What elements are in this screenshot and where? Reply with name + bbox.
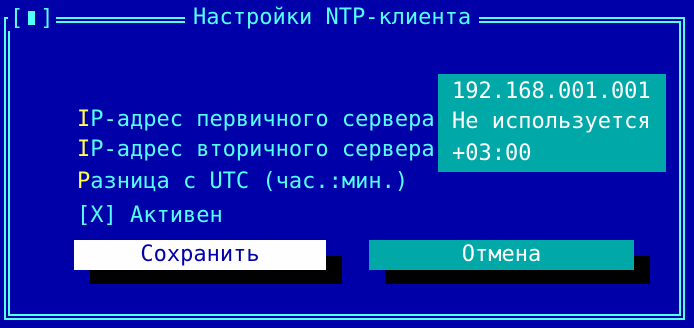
cancel-button-shadow-right — [634, 256, 650, 284]
utc-offset-label[interactable]: Разница с UTC (час.:мин.) — [24, 140, 408, 194]
title-bar: [] — [8, 4, 56, 32]
primary-server-field[interactable]: 192.168.001.001 — [452, 78, 651, 106]
save-button[interactable]: Сохранить — [74, 240, 326, 270]
active-checkbox-label: Активен — [129, 203, 223, 228]
ntp-settings-dialog: [] Настройки NTP-клиента IP-адрес первич… — [0, 0, 694, 328]
close-icon — [28, 11, 36, 25]
secondary-server-label[interactable]: IP-адрес вторичного сервера — [24, 108, 435, 162]
close-button[interactable]: [] — [8, 5, 56, 31]
close-bracket-left: [ — [10, 5, 24, 31]
active-checkbox-box: [X] — [76, 203, 117, 228]
cancel-button-shadow-bottom — [385, 270, 650, 284]
dialog-title: Настройки NTP-клиента — [185, 4, 480, 32]
save-button-shadow-right — [326, 256, 342, 284]
utc-offset-field[interactable]: +03:00 — [452, 140, 531, 168]
secondary-server-field[interactable]: Не используется — [452, 108, 651, 136]
cancel-button[interactable]: Отмена — [369, 240, 634, 270]
primary-server-label[interactable]: IP-адрес первичного сервера — [24, 78, 435, 132]
save-button-shadow-bottom — [90, 270, 342, 284]
active-checkbox[interactable]: [X] Активен — [24, 174, 223, 228]
close-bracket-right: ] — [40, 5, 54, 31]
